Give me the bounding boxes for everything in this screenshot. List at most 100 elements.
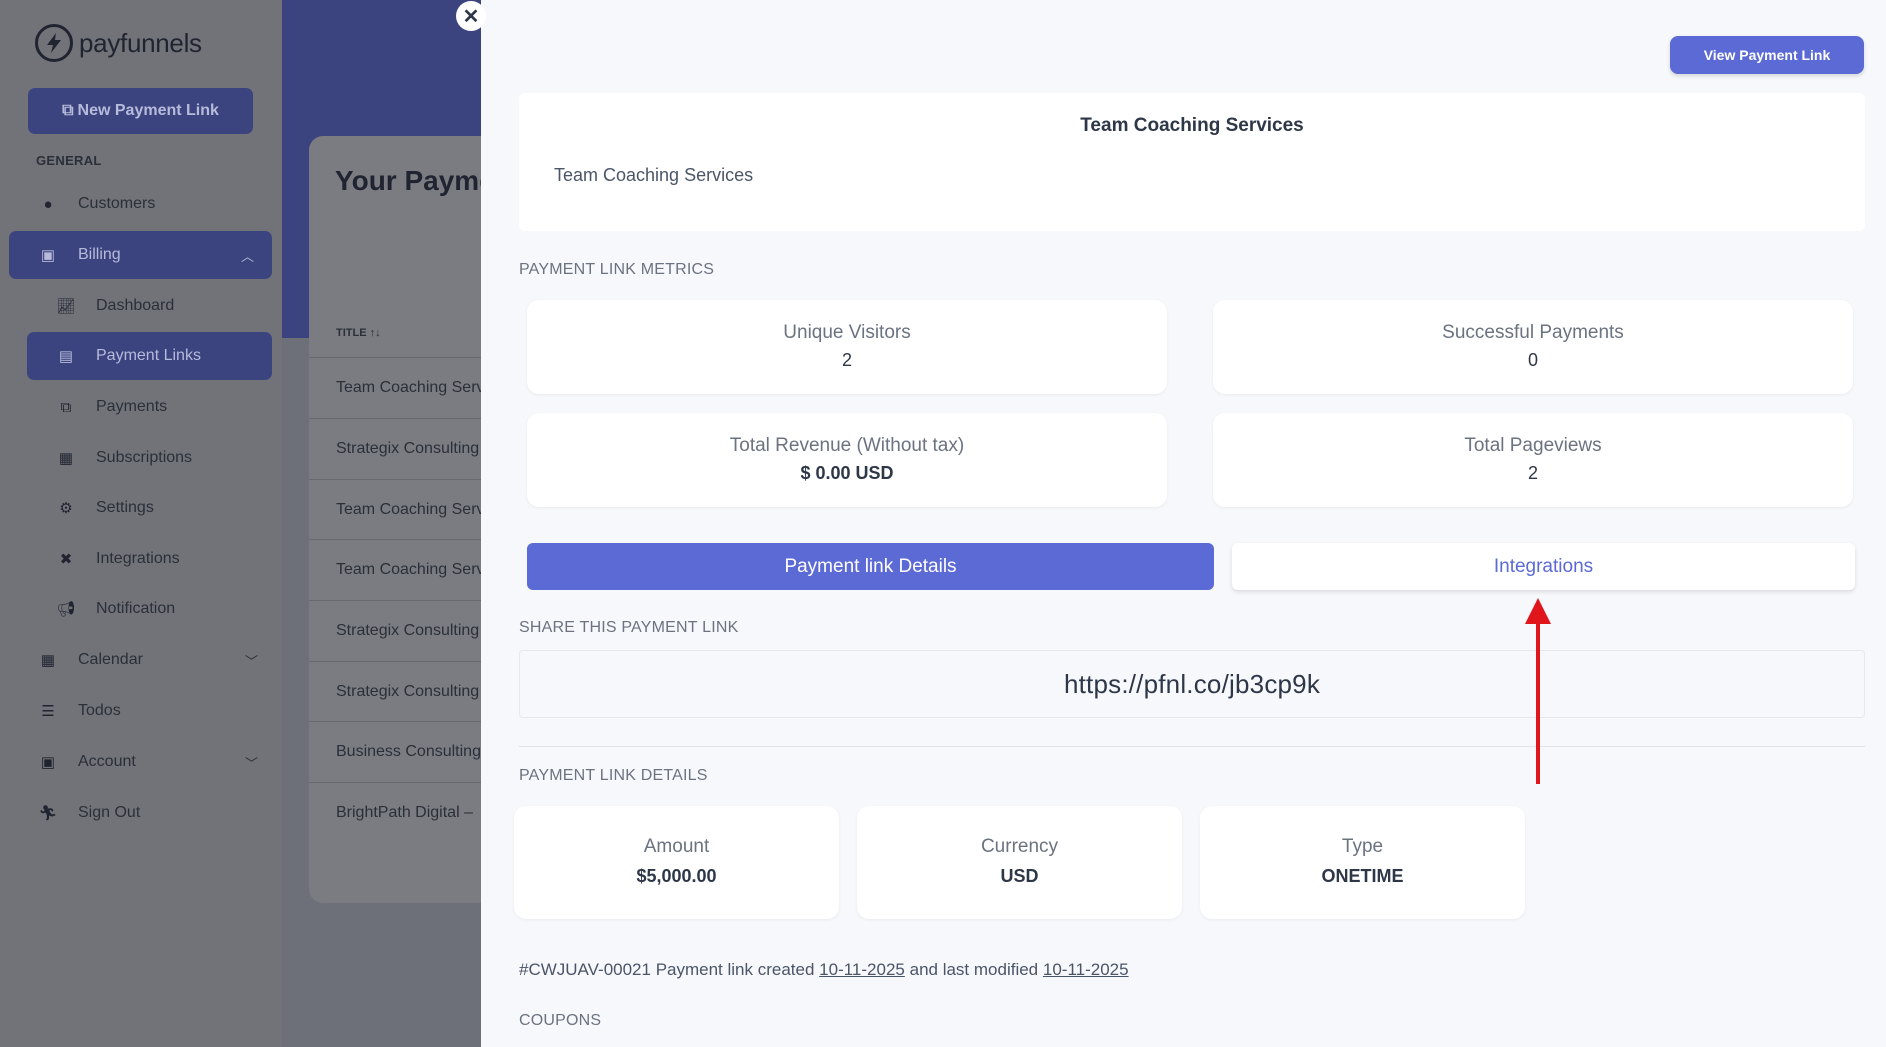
sidebar-item-sign-out[interactable]: 🏃︎ Sign Out [36, 789, 276, 837]
metric-value: 2 [841, 350, 852, 370]
chevron-down-icon[interactable]: ﹀ [245, 651, 258, 670]
new-payment-link-label: New Payment Link [77, 102, 219, 119]
metric-total-pageviews: Total Pageviews 2 [1213, 413, 1853, 507]
metric-successful-payments: Successful Payments 0 [1213, 300, 1853, 394]
table-row[interactable]: BrightPath Digital – [309, 782, 509, 843]
table-row[interactable]: Strategix Consulting [309, 418, 509, 479]
table-row[interactable]: Team Coaching Serv [309, 539, 509, 600]
detail-value: USD [1000, 866, 1039, 886]
sidebar-item-account[interactable]: ▣ Account ﹀ [36, 738, 276, 786]
table-row[interactable]: Strategix Consulting [309, 600, 509, 661]
metric-label: Total Pageviews [1464, 435, 1602, 456]
column-label: TITLE [336, 327, 367, 339]
detail-label: Type [1341, 836, 1384, 857]
sidebar-item-label: Account [78, 753, 136, 770]
metric-unique-visitors: Unique Visitors 2 [527, 300, 1167, 394]
payments-icon: ⧉ [60, 398, 72, 416]
metric-value: 0 [1527, 350, 1538, 370]
modified-date: 10-11-2025 [1042, 960, 1129, 979]
tab-integrations[interactable]: Integrations [1232, 543, 1855, 590]
table-row[interactable]: Team Coaching Serv [309, 479, 509, 540]
table-row[interactable]: Strategix Consulting [309, 661, 509, 722]
money-icon: ▣ [40, 247, 56, 264]
detail-value: ONETIME [1321, 866, 1404, 886]
sidebar-item-label: Todos [78, 702, 121, 719]
title-card: Team Coaching Services Team Coaching Ser… [519, 93, 1865, 231]
sidebar-item-label: Integrations [96, 550, 180, 567]
list-icon: ☰ [41, 703, 55, 720]
sort-icon: ↑↓ [369, 327, 381, 339]
sidebar-item-billing[interactable]: ▣ Billing ︿ [9, 231, 272, 279]
details-section-label: PAYMENT LINK DETAILS [519, 767, 708, 784]
metric-label: Successful Payments [1442, 322, 1624, 343]
created-date: 10-11-2025 [819, 960, 905, 979]
metrics-section-label: PAYMENT LINK METRICS [519, 261, 715, 278]
sidebar-item-label: Subscriptions [96, 449, 193, 466]
sidebar-item-label: Sign Out [78, 804, 141, 821]
tab-payment-link-details[interactable]: Payment link Details [527, 543, 1214, 590]
metric-label: Unique Visitors [783, 322, 911, 343]
payment-link-description: Team Coaching Services [554, 165, 754, 185]
chevron-up-icon[interactable]: ︿ [241, 246, 254, 265]
brand-name: payfunnels [79, 27, 202, 58]
sidebar-item-label: Dashboard [96, 297, 175, 314]
sidebar-item-settings[interactable]: ⚙ Settings [54, 484, 274, 532]
meta-id: #CWJUAV-00021 Payment link created [519, 960, 815, 979]
megaphone-icon: 📢︎ [56, 601, 76, 618]
section-label-general: GENERAL [36, 153, 102, 168]
detail-label: Currency [980, 836, 1059, 857]
metric-label: Total Revenue (Without tax) [729, 435, 965, 456]
sidebar-item-label: Settings [96, 499, 154, 516]
gear-icon: ⚙ [59, 500, 73, 517]
share-url-box[interactable]: https://pfnl.co/jb3cp9k [519, 650, 1865, 718]
metric-total-revenue: Total Revenue (Without tax) $ 0.00 USD [527, 413, 1167, 507]
sidebar-item-label: Billing [78, 246, 121, 263]
metric-value: $ 0.00 USD [800, 463, 894, 483]
coupons-section-label: COUPONS [519, 1012, 602, 1029]
sidebar: payfunnels ⧉ New Payment Link GENERAL ● … [0, 0, 282, 1047]
metric-value: 2 [1527, 463, 1538, 483]
user-icon: ● [43, 195, 53, 213]
divider [519, 746, 1865, 747]
detail-value: $5,000.00 [636, 866, 717, 886]
sidebar-item-integrations[interactable]: ✖ Integrations [54, 535, 274, 583]
sidebar-item-payments[interactable]: ⧉ Payments [54, 383, 274, 431]
view-payment-link-button[interactable]: View Payment Link [1670, 36, 1864, 74]
run-icon: 🏃︎ [38, 805, 58, 822]
sidebar-item-notification[interactable]: 📢︎ Notification [54, 585, 274, 633]
meta-middle: and last modified [909, 960, 1039, 979]
chart-icon: 📈︎ [56, 298, 76, 315]
close-icon: ✕ [462, 5, 480, 28]
detail-amount: Amount $5,000.00 [514, 806, 839, 919]
sidebar-item-label: Payments [96, 398, 168, 415]
table-row[interactable]: Business Consulting [309, 721, 509, 782]
sidebar-item-dashboard[interactable]: 📈︎ Dashboard [54, 282, 274, 330]
page-title: Your Payme [335, 165, 495, 196]
table-header-title[interactable]: TITLE ↑↓ [336, 327, 381, 339]
new-payment-link-button[interactable]: ⧉ New Payment Link [28, 88, 253, 134]
payment-link-title: Team Coaching Services [1080, 115, 1304, 136]
copy-icon: ⧉ [62, 102, 74, 119]
sidebar-item-payment-links[interactable]: ▤ Payment Links [27, 332, 272, 380]
share-section-label: SHARE THIS PAYMENT LINK [519, 619, 739, 636]
sidebar-item-label: Payment Links [96, 347, 201, 364]
table-row[interactable]: Team Coaching Serv [309, 357, 509, 418]
sidebar-item-customers[interactable]: ● Customers [36, 180, 276, 228]
sidebar-item-subscriptions[interactable]: ▦ Subscriptions [54, 434, 274, 482]
detail-type: Type ONETIME [1200, 806, 1525, 919]
sidebar-item-calendar[interactable]: ▦ Calendar ﹀ [36, 636, 276, 684]
detail-currency: Currency USD [857, 806, 1182, 919]
sidebar-item-todos[interactable]: ☰ Todos [36, 687, 276, 735]
link-card-icon: ▤ [58, 348, 74, 365]
sidebar-item-label: Calendar [78, 651, 143, 668]
tools-icon: ✖ [59, 551, 73, 568]
detail-label: Amount [643, 836, 710, 857]
payment-link-drawer: View Payment Link Team Coaching Services… [481, 0, 1886, 1047]
payment-link-meta: #CWJUAV-00021 Payment link created 10-11… [519, 960, 1129, 980]
close-drawer-button[interactable]: ✕ [456, 1, 486, 31]
id-card-icon: ▣ [40, 754, 56, 771]
brand-logo[interactable]: payfunnels [35, 24, 202, 62]
subscriptions-icon: ▦ [58, 450, 74, 467]
chevron-down-icon[interactable]: ﹀ [245, 753, 258, 772]
bolt-icon [35, 24, 73, 62]
